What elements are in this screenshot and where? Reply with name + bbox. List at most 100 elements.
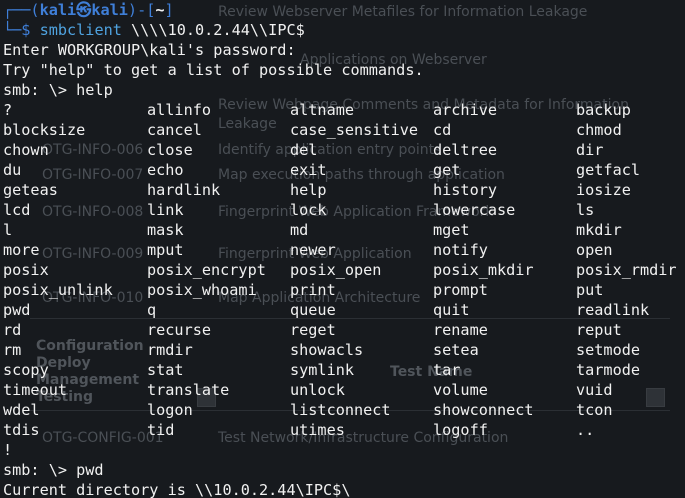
help-command: prompt [433,281,488,299]
help-command: posix [3,261,49,279]
help-command: allinfo [147,101,212,119]
help-command: newer [290,241,336,259]
command-args: \\\\10.0.2.44\\IPC$ [121,21,305,39]
shell-command-line: └─$ smbclient \\\\10.0.2.44\\IPC$ [3,20,685,40]
help-command: volume [433,381,488,399]
help-command: archive [433,101,498,119]
help-command-grid: ? allinfo altname archive backup blocksize ca… [3,100,685,440]
help-command: utimes [290,421,345,439]
help-command: tcon [576,401,613,419]
command-name: smbclient [39,21,122,39]
prompt-user-host: kali㉿kali [39,1,128,19]
help-command: logoff [433,421,488,439]
help-command: symlink [290,361,355,379]
help-command: exit [290,161,327,179]
help-command: put [576,281,604,299]
output-line: ! [3,441,13,459]
help-command: tar [433,361,461,379]
help-command: timeout [3,381,68,399]
help-command: queue [290,301,336,319]
output-line: smb: \> help [3,81,113,99]
help-row: tdis tid utimes logoff.. [3,420,685,440]
help-command: md [290,221,309,239]
output-line: Enter WORKGROUP\kali's password: [3,41,296,59]
help-command: iosize [576,181,631,199]
prompt-box-suffix: ] [164,1,174,19]
help-row: blocksize cancel case_sensitive cd chmod [3,120,685,140]
help-command: echo [147,161,184,179]
output-line: Current directory is \\10.0.2.44\IPC$\ [3,481,351,498]
help-command: deltree [433,141,498,159]
help-command: ls [576,201,595,219]
help-command: wdel [3,401,40,419]
help-command: tarmode [576,361,641,379]
help-command: help [290,181,327,199]
help-command: l [3,221,13,239]
terminal-window[interactable]: Review Webserver Metafiles for Informati… [0,0,685,498]
help-command: geteas [3,181,58,199]
help-command: dir [576,141,604,159]
help-command: .. [576,421,595,439]
help-command: showconnect [433,401,534,419]
help-command: mask [147,221,184,239]
help-command: setea [433,341,479,359]
prompt-cwd: ~ [155,1,165,19]
help-command: posix_open [290,261,382,279]
help-command: rm [3,341,22,359]
help-command: showacls [290,341,364,359]
help-command: mput [147,241,184,259]
help-command: close [147,141,193,159]
help-command: altname [290,101,355,119]
help-row: geteas hardlink help history iosize [3,180,685,200]
help-command: posix_encrypt [147,261,266,279]
help-row: chown close del deltree dir [3,140,685,160]
help-command: chown [3,141,49,159]
help-command: getfacl [576,161,641,179]
help-command: ? [3,101,13,119]
help-row: ? allinfo altname archive backup [3,100,685,120]
help-command: rd [3,321,22,339]
help-command: posix_whoami [147,281,257,299]
help-command: more [3,241,40,259]
help-command: pwd [3,301,31,319]
help-command: del [290,141,318,159]
help-command: backup [576,101,631,119]
help-row: rm rmdir showacls setea setmode [3,340,685,360]
help-command: lowercase [433,201,516,219]
help-command: du [3,161,22,179]
help-command: history [433,181,498,199]
help-command: scopy [3,361,49,379]
help-command: hardlink [147,181,221,199]
help-command: case_sensitive [290,121,419,139]
help-command: mget [433,221,470,239]
help-command: reput [576,321,622,339]
help-command: reget [290,321,336,339]
help-row: posix_unlink posix_whoami print prompt put [3,280,685,300]
help-command: posix_rmdir [576,261,677,279]
help-row: more mput newer notify open [3,240,685,260]
help-row: l mask md mget mkdir [3,220,685,240]
help-command: rename [433,321,488,339]
smb-prompt-line: smb: \> pwd [3,461,104,479]
help-command: print [290,281,336,299]
prompt-box-mid: )-[ [127,1,156,19]
help-row: timeout translate unlock volume vuid [3,380,685,400]
help-command: stat [147,361,184,379]
help-command: blocksize [3,121,86,139]
help-command: rmdir [147,341,193,359]
help-row: pwd q queue quit readlink [3,300,685,320]
help-row: wdel logon listconnect showconnect tcon [3,400,685,420]
help-command: chmod [576,121,622,139]
help-row: posix posix_encrypt posix_open posix_mkdir p… [3,260,685,280]
help-command: posix_unlink [3,281,113,299]
help-command: readlink [576,301,650,319]
shell-prompt-header: ┌──(kali㉿kali)-[~] [3,0,685,20]
help-command: q [147,301,157,319]
output-line: Try "help" to get a list of possible com… [3,61,424,79]
help-row: du echo exit get getfacl [3,160,685,180]
help-command: setmode [576,341,641,359]
help-row: scopy stat symlink tar tarmode [3,360,685,380]
terminal-output: ┌──(kali㉿kali)-[~] └─$ smbclient \\\\10.… [3,0,685,498]
help-command: tid [147,421,175,439]
help-command: translate [147,381,230,399]
